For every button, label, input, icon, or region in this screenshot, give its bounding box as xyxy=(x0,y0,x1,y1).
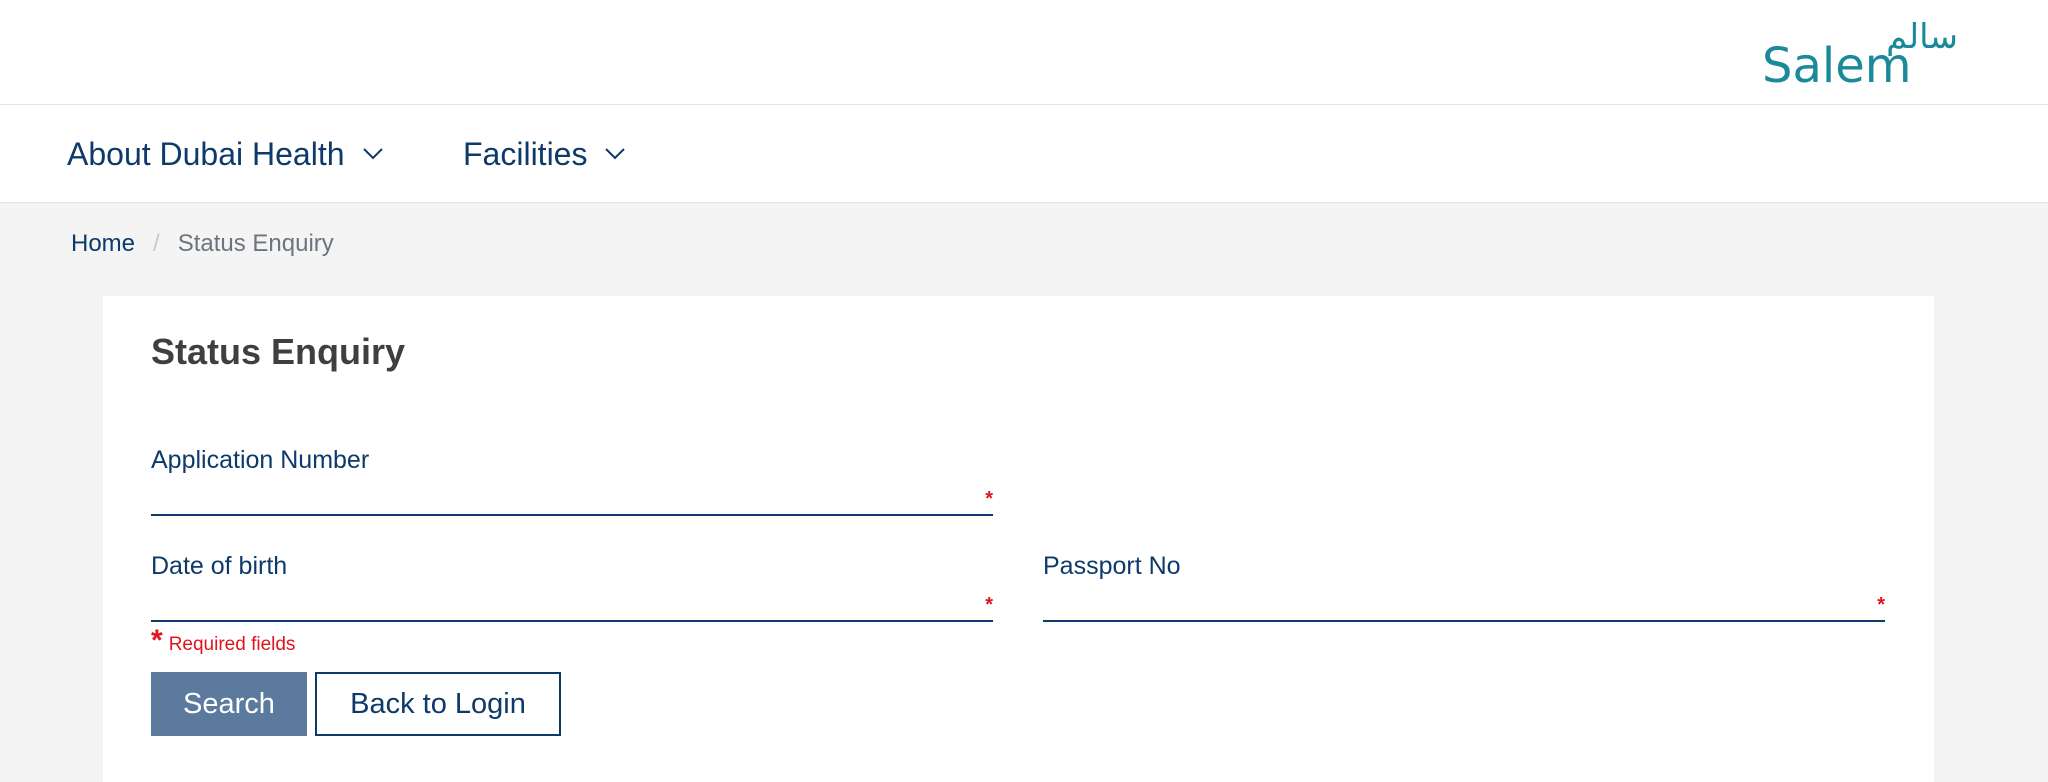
nav-item-facilities[interactable]: Facilities xyxy=(463,131,626,177)
search-button[interactable]: Search xyxy=(151,672,307,736)
breadcrumb-current: Status Enquiry xyxy=(177,230,334,257)
salem-logo[interactable]: سالم Salem xyxy=(1758,18,1958,88)
top-header: سالم Salem xyxy=(0,0,2048,105)
chevron-down-icon xyxy=(605,148,626,160)
passport-no-field: Passport No * xyxy=(1043,552,1885,632)
breadcrumb-home-link[interactable]: Home xyxy=(71,230,135,258)
breadcrumb: Home / Status Enquiry xyxy=(71,228,334,260)
logo-latin-text: Salem xyxy=(1762,38,1912,88)
breadcrumb-separator: / xyxy=(153,230,160,257)
page-title: Status Enquiry xyxy=(151,331,406,372)
required-marker: * xyxy=(1877,594,1885,616)
back-to-login-button[interactable]: Back to Login xyxy=(315,672,561,736)
application-number-label: Application Number xyxy=(151,446,370,474)
required-fields-note: * Required fields xyxy=(151,624,295,658)
application-number-input[interactable] xyxy=(151,482,993,516)
date-of-birth-input[interactable] xyxy=(151,588,993,622)
required-marker: * xyxy=(985,488,993,510)
required-note-star: * xyxy=(151,624,163,657)
date-of-birth-label: Date of birth xyxy=(151,552,288,580)
required-note-text: Required fields xyxy=(168,634,296,655)
required-marker: * xyxy=(985,594,993,616)
passport-no-input[interactable] xyxy=(1043,588,1885,622)
status-enquiry-card: Status Enquiry Application Number * Date… xyxy=(103,296,1934,782)
application-number-field: Application Number * xyxy=(151,446,993,526)
date-of-birth-field: Date of birth * xyxy=(151,552,993,632)
passport-no-label: Passport No xyxy=(1043,552,1181,580)
nav-item-about-dubai-health[interactable]: About Dubai Health xyxy=(67,131,383,177)
chevron-down-icon xyxy=(362,148,383,160)
nav-item-label: Facilities xyxy=(463,135,588,172)
nav-item-label: About Dubai Health xyxy=(67,135,345,172)
main-navigation: About Dubai Health Facilities xyxy=(0,105,2048,203)
